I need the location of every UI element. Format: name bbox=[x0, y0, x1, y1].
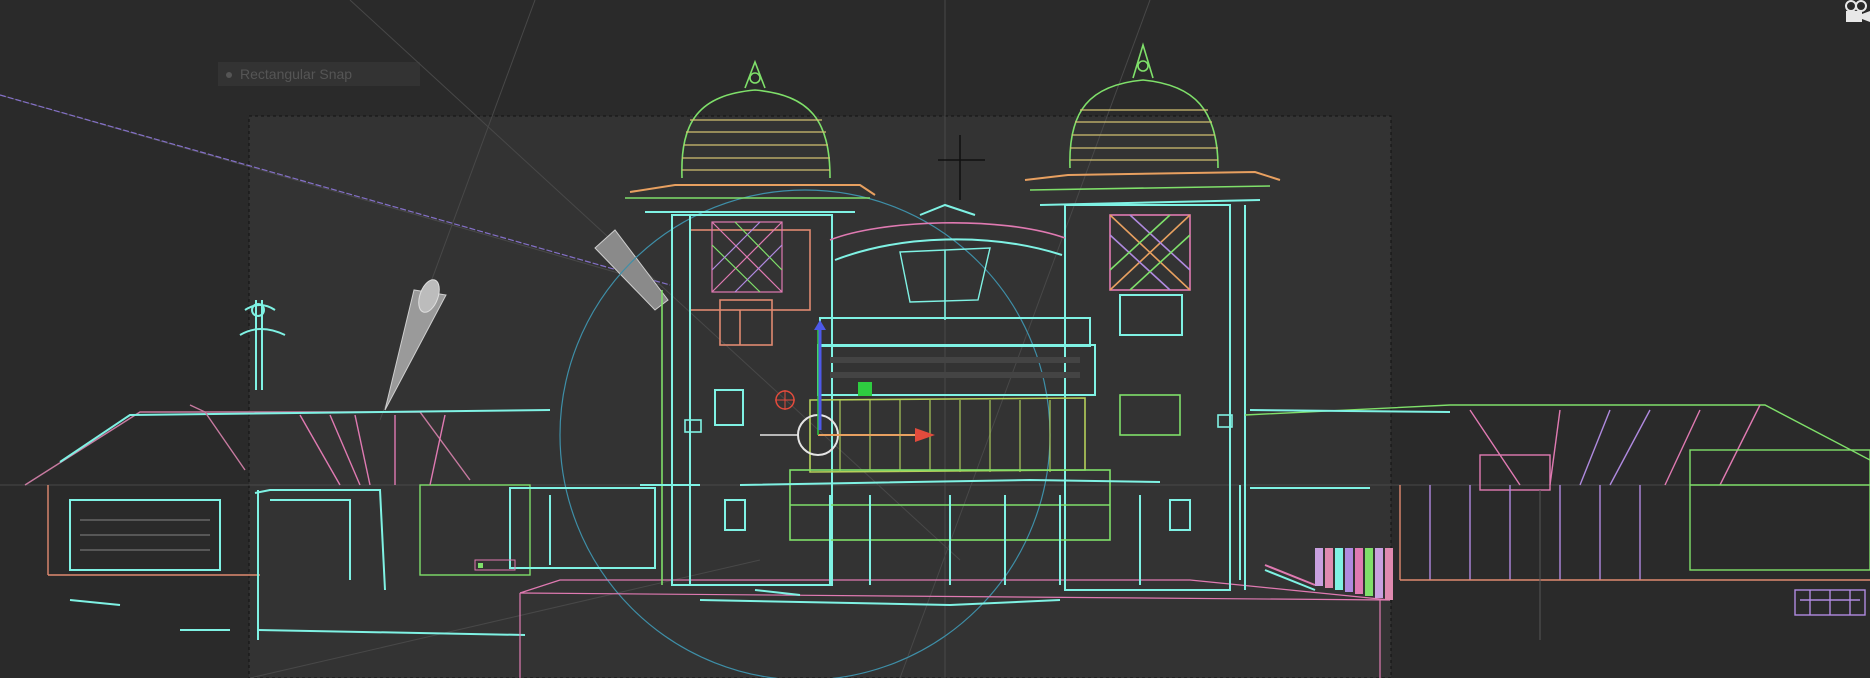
snap-hint-label: Rectangular Snap bbox=[218, 62, 420, 86]
snap-icon bbox=[226, 72, 232, 79]
camera-icon[interactable] bbox=[1844, 0, 1870, 24]
snap-hint-text: Rectangular Snap bbox=[240, 66, 353, 82]
3d-viewport[interactable]: Rectangular Snap bbox=[0, 0, 1870, 678]
scene-wireframe[interactable] bbox=[0, 0, 1870, 678]
distant-object bbox=[1794, 589, 1866, 616]
